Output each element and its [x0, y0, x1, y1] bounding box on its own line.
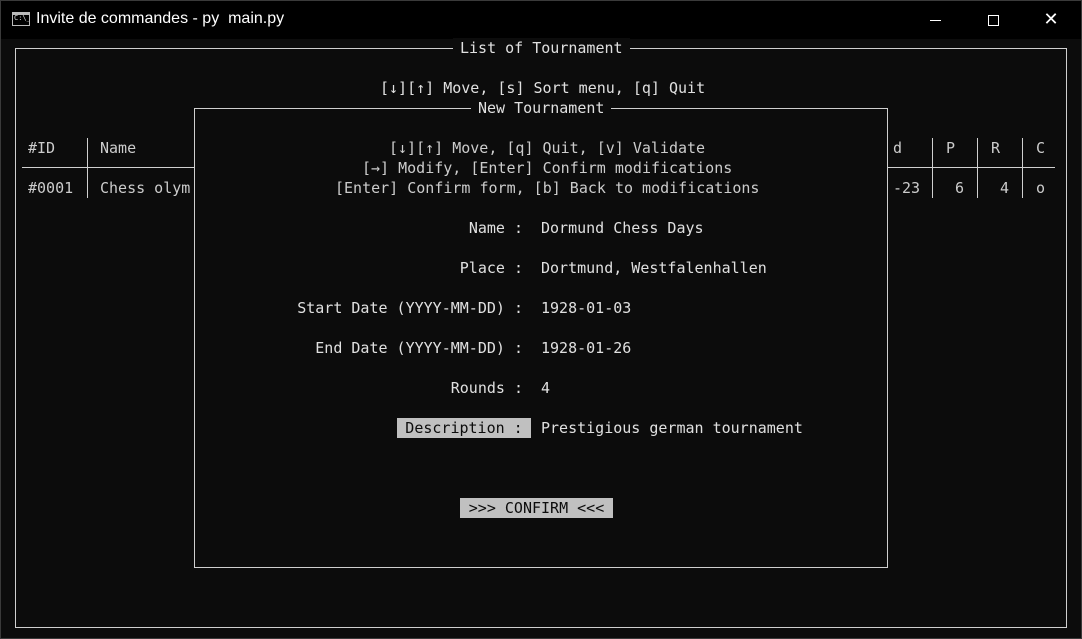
close-icon: ✕	[1043, 9, 1059, 30]
column-header-d: d	[893, 139, 903, 157]
row-d[interactable]: -23	[893, 178, 920, 198]
end-date-value[interactable]: 1928-01-26	[541, 338, 631, 358]
tournament-list-title: List of Tournament	[453, 38, 630, 58]
name-value[interactable]: Dormund Chess Days	[541, 218, 704, 238]
column-header-id: #ID	[28, 139, 56, 157]
close-button[interactable]: ✕	[1022, 1, 1080, 39]
cmd-icon: C:\_	[12, 12, 30, 26]
minimize-button[interactable]	[906, 1, 964, 39]
start-date-value[interactable]: 1928-01-03	[541, 298, 631, 318]
end-date-label: End Date (YYYY-MM-DD) :	[315, 339, 523, 357]
column-divider	[977, 138, 978, 198]
row-r[interactable]: 4	[1000, 178, 1009, 198]
header-separator-right	[888, 167, 1055, 168]
name-label: Name :	[468, 219, 523, 237]
column-divider	[932, 138, 933, 198]
minimize-icon	[929, 19, 941, 21]
maximize-icon	[987, 14, 999, 26]
place-label: Place :	[459, 259, 523, 277]
form-help-line-3: [Enter] Confirm form, [b] Back to modifi…	[335, 179, 760, 197]
title-bar[interactable]: C:\_ Invite de commandes - py main.py ✕	[1, 1, 1081, 39]
column-header-p: P	[946, 139, 956, 157]
row-p[interactable]: 6	[955, 178, 964, 198]
row-c[interactable]: o	[1036, 178, 1045, 198]
column-header-r: R	[991, 139, 1001, 157]
row-name[interactable]: Chess olym	[100, 178, 190, 198]
description-value[interactable]: Prestigious german tournament	[541, 418, 803, 438]
form-help-line-1: [↓][↑] Move, [q] Quit, [v] Validate	[389, 139, 706, 157]
window-title: Invite de commandes - py main.py	[36, 10, 285, 27]
row-id[interactable]: #0001	[28, 178, 73, 198]
column-divider	[87, 138, 88, 198]
column-header-name: Name	[100, 139, 137, 157]
header-separator-left	[22, 167, 195, 168]
form-help-line-2: [→] Modify, [Enter] Confirm modification…	[362, 159, 733, 177]
rounds-value[interactable]: 4	[541, 378, 550, 398]
rounds-label: Rounds :	[450, 379, 523, 397]
description-label-selected[interactable]: Description :	[397, 418, 531, 438]
start-date-label: Start Date (YYYY-MM-DD) :	[297, 299, 523, 317]
column-header-c: C	[1036, 139, 1046, 157]
place-value[interactable]: Dortmund, Westfalenhallen	[541, 258, 767, 278]
new-tournament-title: New Tournament	[471, 98, 612, 118]
tournament-list-help: [↓][↑] Move, [s] Sort menu, [q] Quit	[380, 79, 706, 97]
confirm-button[interactable]: >>> CONFIRM <<<	[460, 498, 613, 518]
maximize-button[interactable]	[964, 1, 1022, 39]
column-divider	[1022, 138, 1023, 198]
